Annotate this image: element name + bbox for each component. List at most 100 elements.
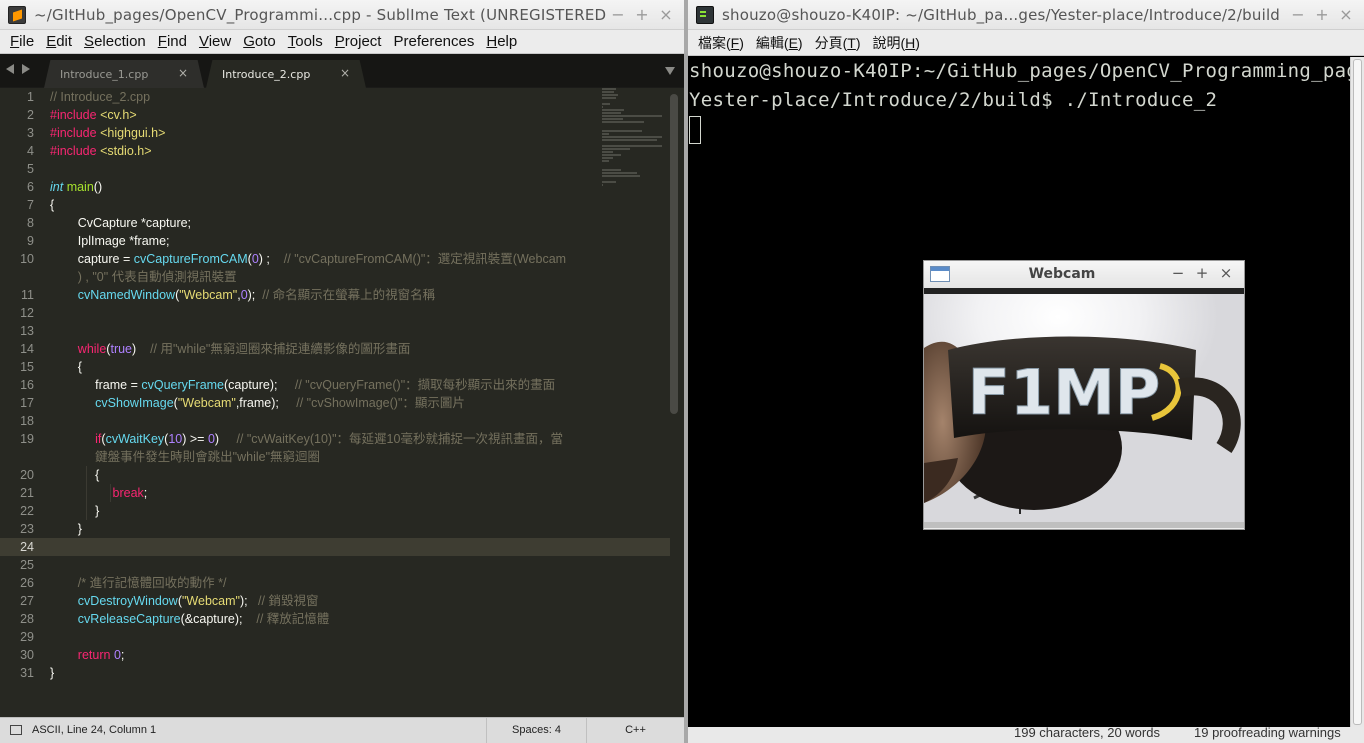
- menu-item-preferences[interactable]: Preferences: [387, 33, 480, 50]
- menu-mnemonic: F: [157, 33, 167, 50]
- menu-label: ): [855, 34, 861, 51]
- menu-item-view[interactable]: View: [193, 33, 237, 50]
- code-line: 鍵盤事件發生時則會跳出"while"無窮迴圈: [50, 448, 602, 466]
- menu-item-selection[interactable]: Selection: [78, 33, 152, 50]
- webcam-titlebar[interactable]: Webcam − + ×: [924, 261, 1244, 288]
- code-token: ) , "0" 代表自動偵測視訊裝置: [50, 270, 237, 284]
- code-line: #include <highgui.h>: [50, 124, 602, 142]
- maximize-button[interactable]: +: [630, 5, 654, 24]
- menu-label: 編輯(: [755, 34, 789, 51]
- terminal-window-title: shouzo@shouzo-K40IP: ~/GItHub_pa...ges/Y…: [722, 5, 1281, 24]
- line-number: 9: [27, 234, 34, 248]
- code-token: 0: [240, 288, 248, 302]
- tab-list-dropdown-icon[interactable]: [665, 67, 675, 75]
- terminal-scrollbar[interactable]: [1350, 57, 1364, 727]
- tab-introduce-1[interactable]: Introduce_1.cpp ×: [44, 60, 204, 88]
- minimap-line: [602, 139, 658, 141]
- code-token: (capture);: [224, 378, 295, 392]
- code-token: // 用"while"無窮迴圈來捕捉連續影像的圖形畫面: [150, 342, 411, 356]
- minimize-button[interactable]: −: [606, 5, 630, 24]
- menu-item-help[interactable]: Help: [480, 33, 523, 50]
- code-token: cvReleaseCapture: [77, 612, 181, 626]
- code-token: // "cvWaitKey(10)"：每延遲10毫秒就捕捉一次視訊畫面，當: [236, 432, 563, 446]
- line-number: 5: [27, 162, 34, 176]
- code-token: );: [247, 288, 263, 302]
- sublime-titlebar[interactable]: ~/GItHub_pages/OpenCV_Programmi...cpp - …: [0, 0, 684, 30]
- code-line: {: [50, 466, 602, 484]
- code-token: // 釋放記憶體: [256, 612, 330, 626]
- code-token: ): [132, 342, 151, 356]
- menu-item-find[interactable]: Find: [152, 33, 193, 50]
- code-line: cvReleaseCapture(&capture); // 釋放記憶體: [50, 610, 602, 628]
- minimize-button[interactable]: −: [1166, 264, 1190, 282]
- code-token: 0: [113, 648, 121, 662]
- close-button[interactable]: ×: [1334, 5, 1358, 24]
- menu-label: dit: [56, 33, 73, 50]
- line-number: 27: [20, 594, 34, 608]
- line-number: 6: [27, 180, 34, 194]
- line-number: 2: [27, 108, 34, 122]
- terminal-titlebar[interactable]: shouzo@shouzo-K40IP: ~/GItHub_pa...ges/Y…: [688, 0, 1364, 30]
- sublime-window-controls: − + ×: [606, 5, 678, 24]
- menu-mnemonic: V: [198, 33, 209, 50]
- menu-item-tools[interactable]: Tools: [282, 33, 329, 50]
- code-line: {: [50, 358, 602, 376]
- arrow-right-icon[interactable]: [22, 64, 30, 74]
- maximize-button[interactable]: +: [1190, 264, 1214, 282]
- code-token: cvShowImage: [95, 396, 174, 410]
- minimap[interactable]: [602, 88, 666, 186]
- terminal-menu-edit[interactable]: 編輯(E): [750, 33, 809, 53]
- minimize-button[interactable]: −: [1286, 5, 1310, 24]
- webcam-window: Webcam − + × F1MP: [923, 260, 1245, 530]
- line-number: [0, 448, 42, 466]
- editor-scrollbar[interactable]: [670, 94, 678, 414]
- code-area[interactable]: // Introduce_2.cpp #include <cv.h> #includ…: [50, 88, 602, 714]
- line-number: 13: [20, 324, 34, 338]
- code-token: // 銷毀視窗: [258, 594, 319, 608]
- code-token: return: [77, 648, 111, 662]
- maximize-button[interactable]: +: [1310, 5, 1334, 24]
- terminal-menu-tabs[interactable]: 分頁(T): [809, 33, 867, 53]
- line-number: 19: [20, 432, 34, 446]
- close-button[interactable]: ×: [654, 5, 678, 24]
- line-number: 31: [20, 666, 34, 680]
- code-line: // Introduce_2.cpp: [50, 88, 602, 106]
- terminal-line: Yester-place/Introduce/2/build$ ./Introd…: [689, 89, 1218, 111]
- code-token: // 命名顯示在螢幕上的視窗名稱: [262, 288, 436, 302]
- terminal-menu-help[interactable]: 說明(H): [867, 33, 926, 53]
- syntax-selector[interactable]: C++: [586, 718, 684, 743]
- background-window-status: 199 characters, 20 words 19 proofreading…: [688, 725, 1364, 743]
- code-token: }: [50, 666, 55, 680]
- menu-item-file[interactable]: File: [4, 33, 40, 50]
- menu-mnemonic: H: [486, 33, 498, 50]
- code-line: #include <cv.h>: [50, 106, 602, 124]
- tab-introduce-2[interactable]: Introduce_2.cpp ×: [206, 60, 366, 88]
- menu-item-goto[interactable]: Goto: [237, 33, 282, 50]
- band-logo-text: F1MP: [968, 356, 1161, 429]
- scrollbar-thumb[interactable]: [1353, 59, 1362, 725]
- close-button[interactable]: ×: [1214, 264, 1238, 282]
- line-number: 30: [20, 648, 34, 662]
- menu-label: oto: [254, 33, 276, 50]
- menu-item-project[interactable]: Project: [329, 33, 388, 50]
- minimap-line: [602, 145, 662, 147]
- code-line: frame = cvQueryFrame(capture); // "cvQue…: [50, 376, 602, 394]
- indentation-setting[interactable]: Spaces: 4: [486, 718, 586, 743]
- text-cursor: [689, 116, 701, 144]
- panel-toggle-icon[interactable]: [10, 725, 22, 735]
- code-line: int main(): [50, 178, 602, 196]
- code-token: ) >=: [182, 432, 208, 446]
- code-token: capture =: [50, 252, 134, 266]
- terminal-menu-file[interactable]: 檔案(F): [692, 33, 750, 53]
- menu-item-edit[interactable]: Edit: [40, 33, 78, 50]
- code-editor[interactable]: 1 2 3 4 5 6 7 8 9 10 11 12 13 14 15 16 17 18 19 20 21 22 23 24 2…: [0, 88, 684, 714]
- code-token: "Webcam": [179, 288, 238, 302]
- arrow-left-icon[interactable]: [6, 64, 14, 74]
- menu-label: ): [797, 34, 803, 51]
- tab-close-icon[interactable]: ×: [178, 66, 188, 80]
- tab-close-icon[interactable]: ×: [340, 66, 350, 80]
